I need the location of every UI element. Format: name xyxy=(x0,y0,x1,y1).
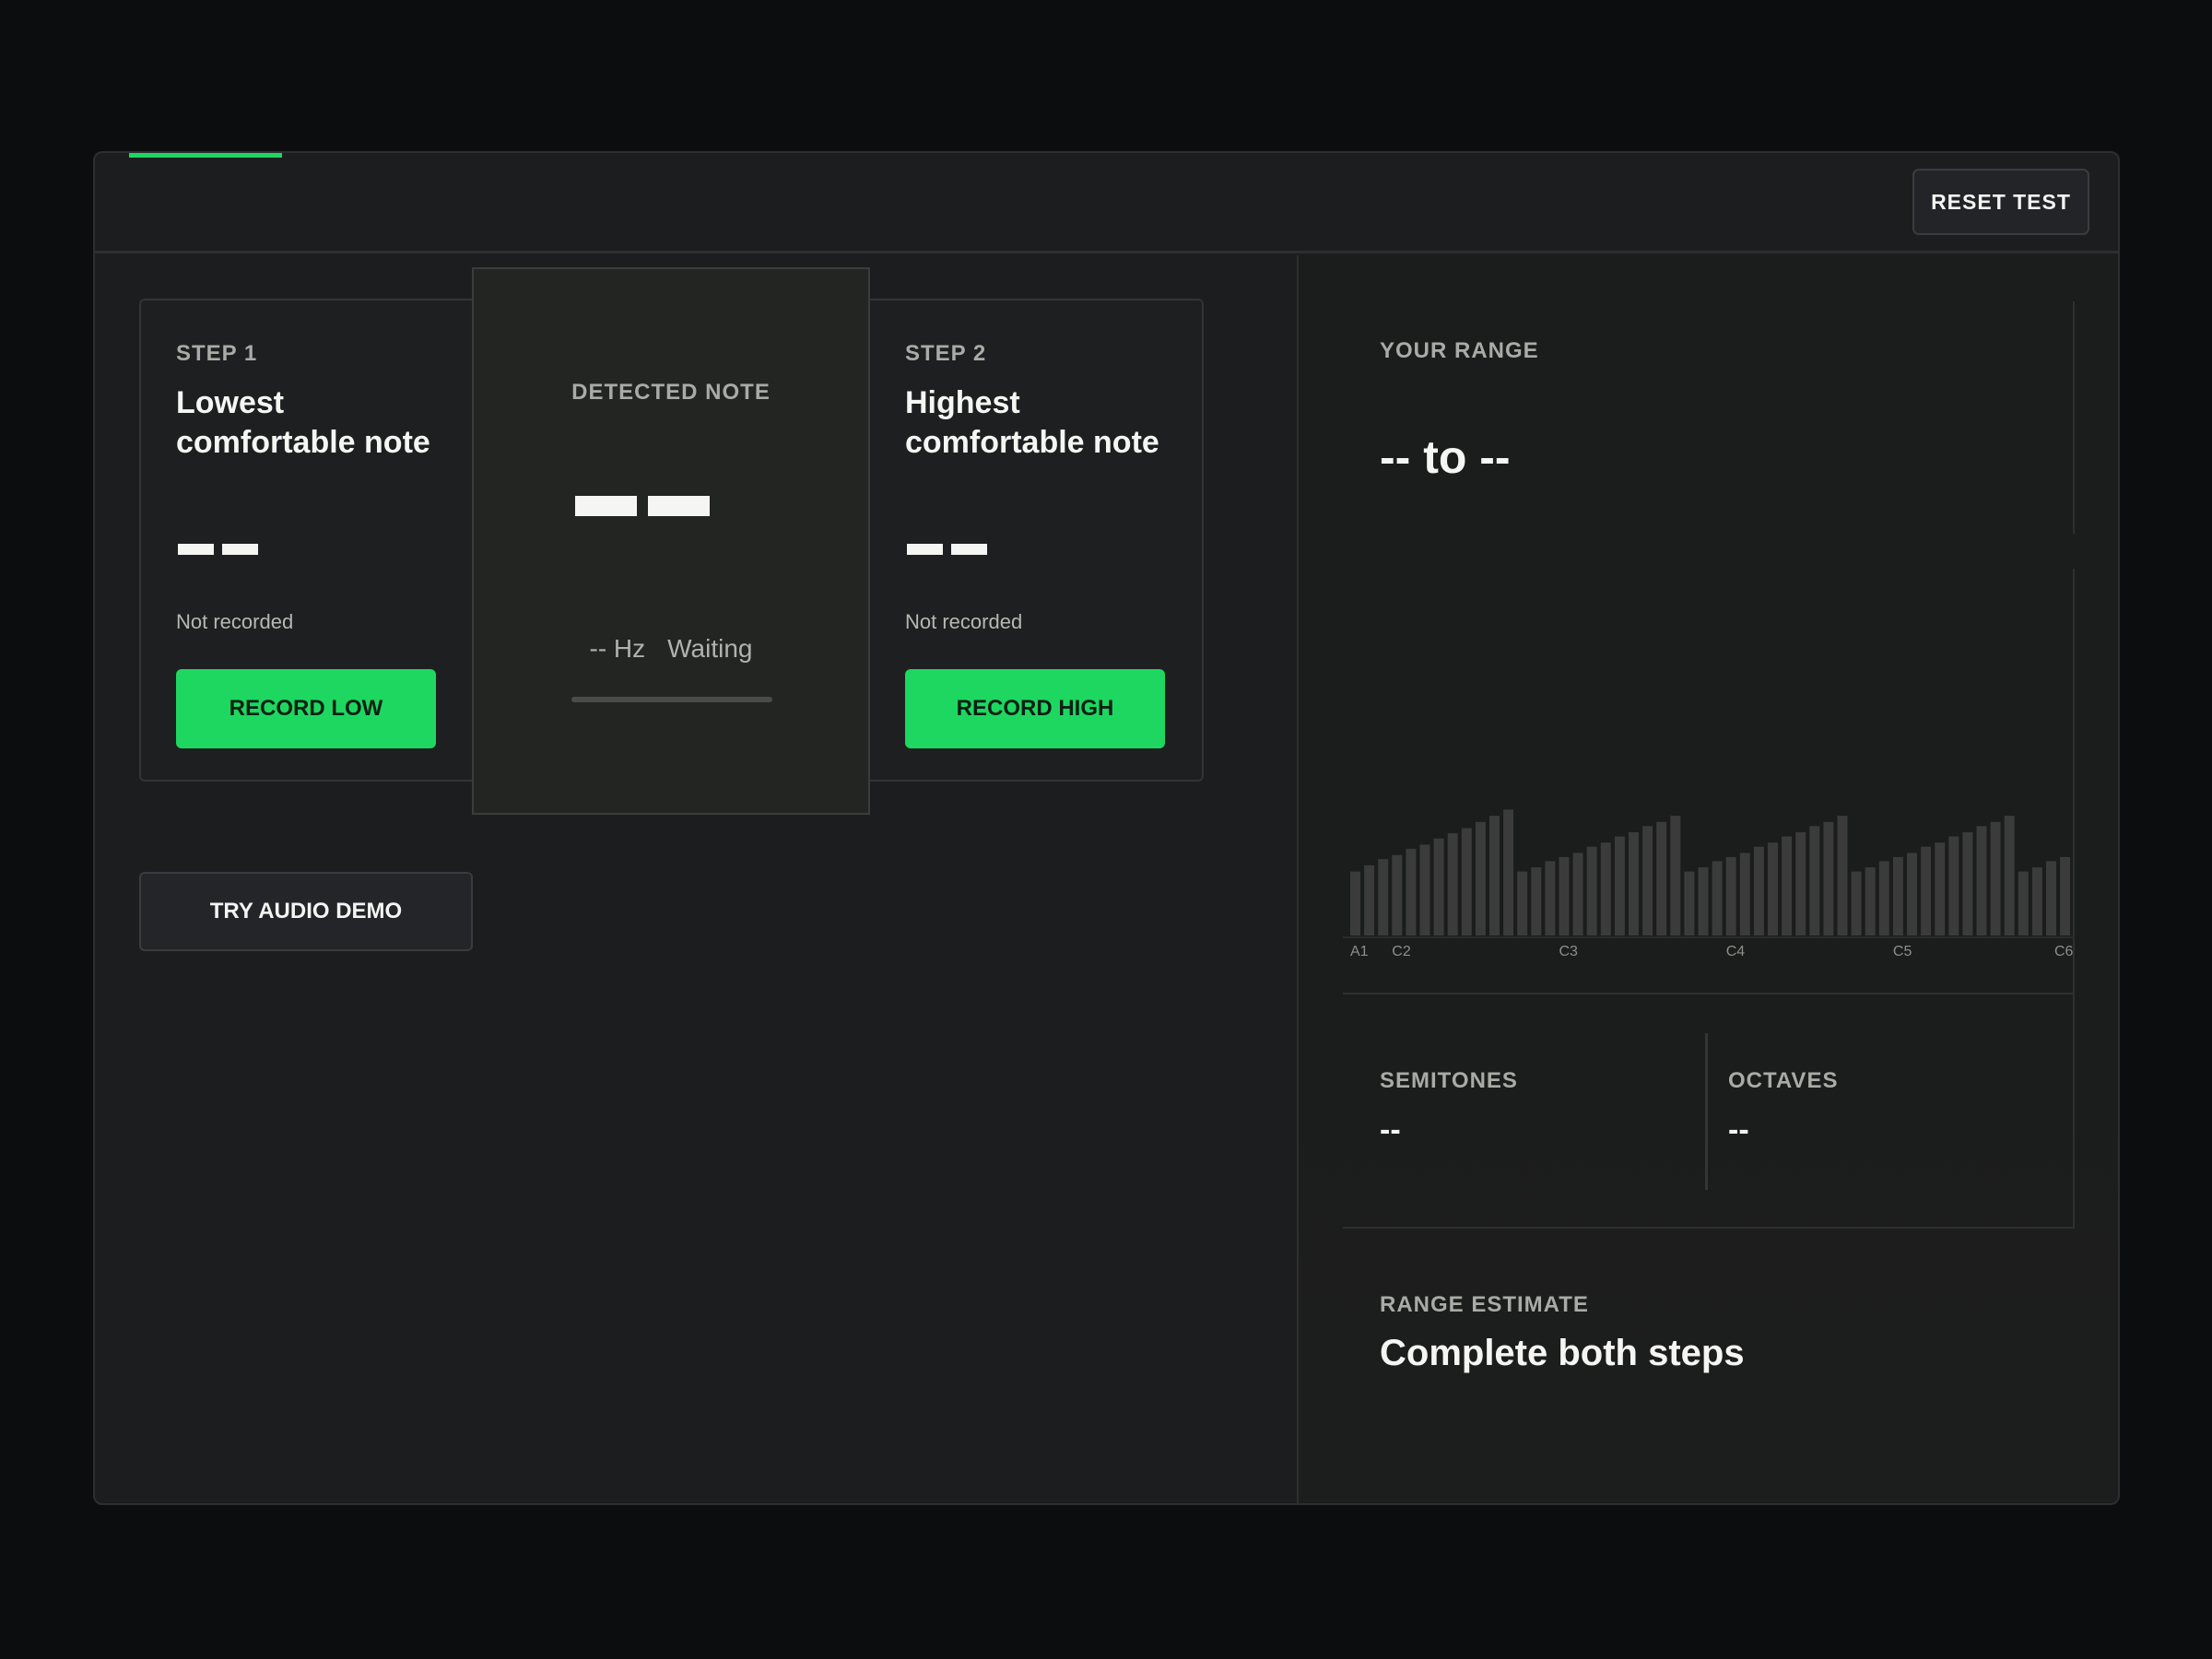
your-range-value: -- to -- xyxy=(1380,431,1511,483)
detected-note-panel: DETECTED NOTE -- Hz Waiting xyxy=(472,267,870,815)
recorded-note-placeholder xyxy=(178,544,258,555)
level-meter xyxy=(571,697,772,702)
key-bar xyxy=(2046,861,2056,935)
detection-state: Waiting xyxy=(667,634,753,663)
octaves-value: -- xyxy=(1728,1112,1749,1147)
key-bar xyxy=(1475,821,1486,935)
reset-test-button[interactable]: RESET TEST xyxy=(1912,169,2089,235)
key-bar xyxy=(1600,842,1611,935)
octaves-label: OCTAVES xyxy=(1728,1068,1839,1093)
range-stats: SEMITONES -- OCTAVES -- xyxy=(1343,993,2075,1229)
key-bar xyxy=(1725,856,1736,935)
key-bar xyxy=(1461,828,1472,935)
vocal-range-app: RESET TEST STEP 1 Lowest comfortable not… xyxy=(93,151,2120,1505)
key-bar xyxy=(1559,856,1570,935)
range-estimate-label: RANGE ESTIMATE xyxy=(1380,1292,1589,1317)
key-bar xyxy=(1447,833,1458,935)
recorded-note-placeholder xyxy=(907,544,987,555)
key-bar xyxy=(1572,853,1583,935)
step-label: STEP 2 xyxy=(905,341,987,366)
key-bar xyxy=(1614,836,1625,935)
key-bar xyxy=(1865,867,1876,935)
try-audio-demo-button[interactable]: TRY AUDIO DEMO xyxy=(139,872,473,951)
note-tick-label: C6 xyxy=(2054,944,2074,959)
key-bar xyxy=(1768,842,1778,935)
range-estimate-value: Complete both steps xyxy=(1380,1333,1745,1373)
key-bar xyxy=(1406,848,1417,935)
key-bar xyxy=(1892,856,1903,935)
range-summary: YOUR RANGE -- to -- xyxy=(1343,301,2075,534)
key-bar xyxy=(1586,846,1597,935)
step-status: Not recorded xyxy=(905,610,1023,633)
key-bar xyxy=(1392,854,1403,935)
key-bar xyxy=(1419,844,1430,935)
key-bar xyxy=(1433,838,1444,935)
keyboard-bars: A1 C2 C3 C4 C5 C6 xyxy=(1343,809,2075,959)
key-bar xyxy=(1364,865,1375,935)
key-bar xyxy=(1517,871,1528,935)
step-card-high: STEP 2 Highest comfortable note Not reco… xyxy=(870,299,1204,782)
key-bar xyxy=(1350,871,1360,935)
key-bar xyxy=(1990,821,2001,935)
key-bar xyxy=(2004,816,2015,935)
step-label: STEP 1 xyxy=(176,341,258,366)
key-bar xyxy=(1489,816,1500,935)
key-bar xyxy=(1878,861,1889,935)
step-title: Lowest comfortable note xyxy=(176,385,430,460)
detected-note-placeholder xyxy=(575,496,710,516)
key-bar xyxy=(1753,846,1764,935)
key-bar xyxy=(1712,861,1723,935)
record-low-button[interactable]: RECORD LOW xyxy=(176,669,436,748)
key-bar xyxy=(1782,836,1793,935)
record-high-button[interactable]: RECORD HIGH xyxy=(905,669,1165,748)
key-bar xyxy=(1907,853,1917,935)
key-bar xyxy=(1851,871,1862,935)
key-bar xyxy=(1962,832,1973,935)
key-bar xyxy=(1642,826,1653,935)
key-bar xyxy=(1545,861,1556,935)
step-card-low: STEP 1 Lowest comfortable note Not recor… xyxy=(139,299,473,782)
key-bar xyxy=(1684,871,1695,935)
frequency-readout: -- Hz xyxy=(589,634,646,663)
key-bar xyxy=(1698,867,1709,935)
key-bar xyxy=(1656,821,1667,935)
semitones-label: SEMITONES xyxy=(1380,1068,1518,1093)
key-bar xyxy=(1809,826,1820,935)
note-tick-label: C4 xyxy=(1726,944,1746,959)
key-bar xyxy=(1837,816,1848,935)
key-bar xyxy=(1935,842,1946,935)
your-range-label: YOUR RANGE xyxy=(1380,338,1539,363)
top-bar: RESET TEST xyxy=(95,153,2118,253)
note-tick-label: C3 xyxy=(1559,944,1579,959)
detected-note-title: DETECTED NOTE xyxy=(571,380,771,405)
key-bar xyxy=(2031,867,2042,935)
step-status: Not recorded xyxy=(176,610,294,633)
key-bar xyxy=(1378,859,1389,935)
key-bar xyxy=(1921,846,1932,935)
key-bar xyxy=(1670,816,1681,935)
note-tick-label: A1 xyxy=(1350,944,1369,959)
key-bar xyxy=(1503,809,1514,935)
note-tick-label: C5 xyxy=(1893,944,1912,959)
stats-divider xyxy=(1705,1033,1708,1190)
key-bar xyxy=(1531,867,1542,935)
key-bar xyxy=(2060,856,2071,935)
semitones-value: -- xyxy=(1380,1112,1401,1147)
key-bar xyxy=(1795,832,1806,935)
step-title: Highest comfortable note xyxy=(905,385,1159,460)
key-bar xyxy=(1948,836,1959,935)
range-keyboard-visual: A1 C2 C3 C4 C5 C6 xyxy=(1343,569,2075,993)
detected-note-meta: -- Hz Waiting xyxy=(474,634,868,664)
key-bar xyxy=(2018,871,2029,935)
key-bar xyxy=(1823,821,1834,935)
key-bar xyxy=(1739,853,1750,935)
note-tick-label: C2 xyxy=(1392,944,1411,959)
key-bar xyxy=(1976,826,1987,935)
key-bar xyxy=(1629,832,1639,935)
